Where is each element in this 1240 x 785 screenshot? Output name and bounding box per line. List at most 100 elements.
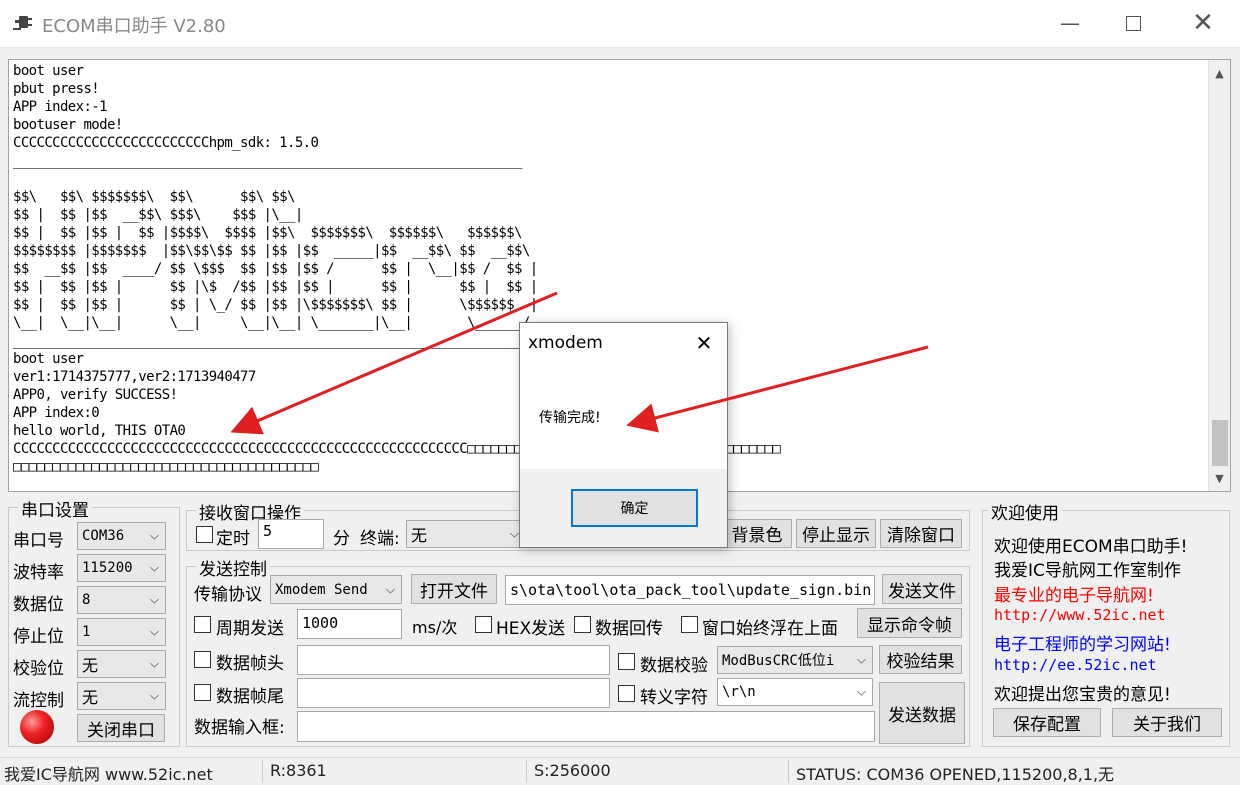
welcome-line-3: 最专业的电子导航网! xyxy=(994,586,1154,606)
protocol-label: 传输协议 xyxy=(194,585,262,605)
escape-checkbox[interactable] xyxy=(618,685,635,702)
status-bar: 我爱IC导航网 www.52ic.net R:8361 S:256000 STA… xyxy=(0,757,1240,784)
data-input-field[interactable] xyxy=(297,711,875,742)
hex-send-checkbox[interactable] xyxy=(475,616,492,633)
parity-label: 校验位 xyxy=(13,659,64,679)
terminal-label: 终端: xyxy=(360,529,400,549)
dialog-close-icon[interactable]: ✕ xyxy=(690,329,718,357)
databits-label: 数据位 xyxy=(13,595,64,615)
dialog-title: xmodem xyxy=(528,333,603,353)
period-input[interactable]: 1000 xyxy=(297,609,402,639)
flow-label: 流控制 xyxy=(13,691,64,711)
dialog-footer: 确定 xyxy=(520,469,727,547)
periodic-send-checkbox[interactable] xyxy=(194,616,211,633)
scroll-thumb[interactable] xyxy=(1212,420,1228,466)
checksum-checkbox[interactable] xyxy=(618,653,635,670)
welcome-line-2: 我爱IC导航网工作室制作 xyxy=(994,561,1181,581)
parity-select[interactable]: 无 ⌵ xyxy=(77,650,166,678)
flow-select[interactable]: 无 ⌵ xyxy=(77,682,166,710)
hex-send-label: HEX发送 xyxy=(496,619,566,639)
checksum-select[interactable]: ModBusCRC低位i ⌵ xyxy=(717,646,873,674)
website-link-2[interactable]: http://ee.52ic.net xyxy=(994,656,1157,674)
welcome-line-1: 欢迎使用ECOM串口助手! xyxy=(994,537,1188,557)
frame-header-label: 数据帧头 xyxy=(216,654,284,674)
chevron-down-icon: ⌵ xyxy=(856,684,866,699)
app-plug-icon xyxy=(13,16,32,30)
frame-tail-input[interactable] xyxy=(297,678,610,708)
period-unit-label: ms/次 xyxy=(412,618,458,637)
frame-tail-checkbox[interactable] xyxy=(194,684,211,701)
minute-unit-label: 分 xyxy=(333,529,350,549)
escape-label: 转义字符 xyxy=(640,688,708,708)
send-control-legend: 发送控制 xyxy=(196,555,270,580)
echo-label: 数据回传 xyxy=(595,619,663,639)
welcome-line-4: 电子工程师的学习网站! xyxy=(994,635,1171,655)
baud-label: 波特率 xyxy=(13,563,64,583)
send-data-button[interactable]: 发送数据 xyxy=(879,682,965,744)
chevron-down-icon: ⌵ xyxy=(856,652,866,667)
maximize-button[interactable] xyxy=(1110,8,1156,38)
dialog-ok-button[interactable]: 确定 xyxy=(571,489,698,527)
always-on-top-label: 窗口始终浮在上面 xyxy=(702,619,838,639)
chevron-down-icon: ⌵ xyxy=(149,624,159,639)
stop-display-button[interactable]: 停止显示 xyxy=(796,519,876,548)
always-on-top-checkbox[interactable] xyxy=(681,616,698,633)
status-received-count: R:8361 xyxy=(270,761,327,780)
protocol-select[interactable]: Xmodem Send ⌵ xyxy=(270,575,402,604)
terminal-scrollbar[interactable]: ▲ ▼ xyxy=(1208,60,1230,491)
frame-header-checkbox[interactable] xyxy=(194,651,211,668)
data-input-label: 数据输入框: xyxy=(194,718,285,738)
port-label: 串口号 xyxy=(13,531,64,551)
chevron-down-icon: ⌵ xyxy=(149,528,159,543)
chevron-down-icon: ⌵ xyxy=(149,656,159,671)
escape-select[interactable]: \r\n ⌵ xyxy=(717,678,873,706)
title-bar: ECOM串口助手 V2.80 — ✕ xyxy=(0,0,1240,48)
databits-select[interactable]: 8 ⌵ xyxy=(77,586,166,614)
timer-checkbox[interactable] xyxy=(196,526,213,543)
save-config-button[interactable]: 保存配置 xyxy=(993,708,1101,737)
welcome-line-5: 欢迎提出您宝贵的意见! xyxy=(994,685,1171,705)
chevron-down-icon: ⌵ xyxy=(385,582,395,596)
status-site: 我爱IC导航网 www.52ic.net xyxy=(4,765,213,784)
scroll-up-icon[interactable]: ▲ xyxy=(1209,62,1230,84)
scroll-down-icon[interactable]: ▼ xyxy=(1209,467,1230,489)
checksum-label: 数据校验 xyxy=(640,656,708,676)
dialog-message: 传输完成! xyxy=(539,410,601,426)
show-command-frame-button[interactable]: 显示命令帧 xyxy=(857,608,962,638)
stopbits-label: 停止位 xyxy=(13,627,64,647)
open-file-button[interactable]: 打开文件 xyxy=(411,574,497,604)
periodic-send-label: 周期发送 xyxy=(216,619,284,639)
close-icon: ✕ xyxy=(1192,8,1214,38)
status-connection: STATUS: COM36 OPENED,115200,8,1,无 xyxy=(796,765,1115,784)
port-status-led xyxy=(20,710,54,744)
timer-input[interactable]: 5 xyxy=(258,519,324,549)
check-result-button[interactable]: 校验结果 xyxy=(879,645,962,674)
minimize-button[interactable]: — xyxy=(1047,8,1093,38)
status-sent-count: S:256000 xyxy=(534,761,611,780)
chevron-down-icon: ⌵ xyxy=(509,526,519,541)
minimize-icon: — xyxy=(1060,11,1080,35)
file-path-input[interactable]: s\ota\tool\ota_pack_tool\update_sign.bin xyxy=(505,575,875,605)
close-port-button[interactable]: 关闭串口 xyxy=(77,714,165,742)
serial-settings-legend: 串口设置 xyxy=(18,496,92,521)
xmodem-dialog: xmodem ✕ 传输完成! 确定 xyxy=(519,322,728,548)
send-file-button[interactable]: 发送文件 xyxy=(882,574,962,604)
echo-checkbox[interactable] xyxy=(574,616,591,633)
about-us-button[interactable]: 关于我们 xyxy=(1112,708,1222,737)
baud-select[interactable]: 115200 ⌵ xyxy=(77,554,166,582)
frame-tail-label: 数据帧尾 xyxy=(216,687,284,707)
clear-window-button[interactable]: 清除窗口 xyxy=(880,519,962,548)
terminal-select[interactable]: 无 ⌵ xyxy=(406,520,526,548)
timer-label: 定时 xyxy=(216,529,250,549)
website-link-1[interactable]: http://www.52ic.net xyxy=(994,606,1166,624)
port-select[interactable]: COM36 ⌵ xyxy=(77,522,166,550)
background-color-button[interactable]: 背景色 xyxy=(722,519,792,548)
stopbits-select[interactable]: 1 ⌵ xyxy=(77,618,166,646)
chevron-down-icon: ⌵ xyxy=(149,688,159,703)
window-title: ECOM串口助手 V2.80 xyxy=(42,16,226,37)
close-window-button[interactable]: ✕ xyxy=(1180,8,1226,38)
welcome-legend: 欢迎使用 xyxy=(988,499,1062,524)
frame-header-input[interactable] xyxy=(297,645,610,675)
maximize-icon xyxy=(1125,15,1141,31)
chevron-down-icon: ⌵ xyxy=(149,592,159,607)
